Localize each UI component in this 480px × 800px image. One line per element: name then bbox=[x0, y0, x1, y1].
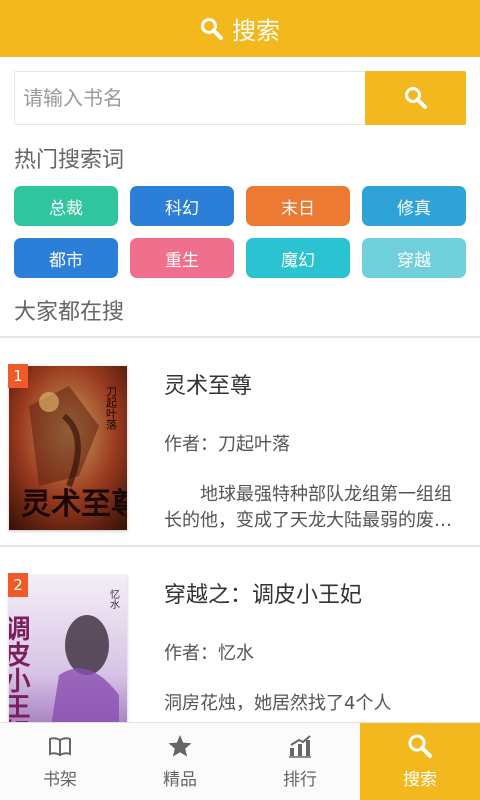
tab-featured[interactable]: 精品 bbox=[120, 723, 240, 800]
tab-label: 排行 bbox=[283, 770, 317, 790]
tab-ranking[interactable]: 排行 bbox=[240, 723, 360, 800]
cover-author: 忆水 bbox=[108, 588, 120, 609]
rank-badge: 1 bbox=[8, 364, 28, 388]
search-button[interactable] bbox=[365, 71, 466, 125]
popular-title: 大家都在搜 bbox=[14, 300, 125, 325]
search-icon bbox=[201, 17, 223, 40]
tab-label: 书架 bbox=[43, 770, 77, 790]
search-icon bbox=[408, 734, 432, 758]
tag-mohuan[interactable]: 魔幻 bbox=[246, 238, 350, 278]
tab-search[interactable]: 搜索 bbox=[360, 723, 480, 800]
tag-chongsheng[interactable]: 重生 bbox=[130, 238, 234, 278]
hot-search-title: 热门搜索词 bbox=[14, 148, 125, 173]
tag-kehuan[interactable]: 科幻 bbox=[130, 186, 234, 226]
book-item[interactable]: 1 灵术至尊 刀起叶落 灵术至尊 作者：刀起叶落 地球最强特种部队龙组第一组组长… bbox=[0, 338, 480, 548]
search-icon bbox=[404, 87, 427, 109]
chart-icon bbox=[289, 735, 311, 758]
tab-label: 搜索 bbox=[403, 770, 437, 790]
tag-dushi[interactable]: 都市 bbox=[14, 238, 118, 278]
book-item[interactable]: 2 调皮小王妃 忆水 穿越之：调皮小王妃 作者：忆水 洞房花烛，她居然找了4个人 bbox=[0, 547, 480, 722]
cover-title: 灵术至尊 bbox=[21, 487, 127, 522]
tag-chuanyue[interactable]: 穿越 bbox=[362, 238, 466, 278]
tab-label: 精品 bbox=[163, 770, 197, 790]
page-title: 搜索 bbox=[232, 17, 280, 45]
star-icon bbox=[168, 735, 192, 757]
tag-zongcai[interactable]: 总裁 bbox=[14, 186, 118, 226]
tag-mori[interactable]: 末日 bbox=[246, 186, 350, 226]
cover-author: 刀起叶落 bbox=[105, 386, 118, 431]
cover-title: 调皮小王妃 bbox=[9, 615, 30, 722]
search-bar bbox=[14, 71, 466, 125]
tab-bookshelf[interactable]: 书架 bbox=[0, 723, 120, 800]
book-author: 作者：忆水 bbox=[164, 643, 254, 664]
book-title: 灵术至尊 bbox=[164, 374, 253, 399]
hot-tags: 总裁 科幻 末日 修真 都市 重生 魔幻 穿越 bbox=[14, 186, 466, 278]
tag-xiuzhen[interactable]: 修真 bbox=[362, 186, 466, 226]
rank-badge: 2 bbox=[8, 573, 28, 597]
book-title: 穿越之：调皮小王妃 bbox=[164, 583, 363, 608]
search-input[interactable] bbox=[14, 71, 365, 125]
header-bar: 搜索 bbox=[0, 0, 480, 57]
book-author: 作者：刀起叶落 bbox=[164, 434, 290, 455]
bottom-tabbar: 书架 精品 排行 搜索 bbox=[0, 722, 480, 800]
book-desc: 地球最强特种部队龙组第一组组长的他，变成了天龙大陆最弱的废材…… bbox=[164, 484, 452, 531]
book-cover[interactable]: 调皮小王妃 忆水 bbox=[9, 575, 127, 722]
book-icon bbox=[49, 737, 71, 757]
cover-art: 调皮小王妃 忆水 bbox=[9, 575, 127, 722]
book-cover[interactable]: 灵术至尊 刀起叶落 bbox=[9, 366, 127, 530]
cover-art: 灵术至尊 刀起叶落 bbox=[9, 366, 127, 530]
book-desc: 洞房花烛，她居然找了4个人 bbox=[164, 693, 392, 714]
